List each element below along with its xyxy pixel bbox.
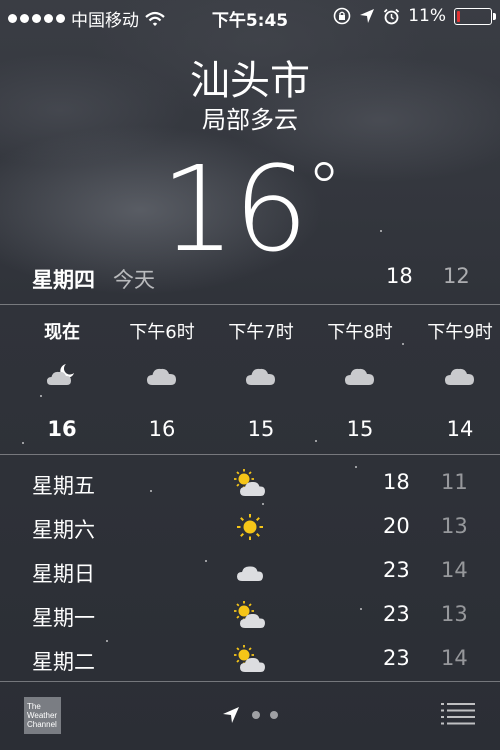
- alarm-icon: [384, 8, 400, 24]
- hour-temp: 16: [148, 417, 176, 441]
- temperature-value: 16: [160, 140, 308, 278]
- day-low: 13: [441, 514, 468, 538]
- hour-label: 下午6时: [129, 322, 195, 343]
- partly-sunny-icon: [234, 601, 265, 628]
- cloud-icon: [147, 368, 176, 385]
- day-high: 18: [383, 470, 410, 494]
- hour-label: 下午9时: [427, 322, 493, 343]
- hour-temp: 14: [446, 417, 474, 441]
- cloud-icon: [237, 566, 263, 581]
- orientation-lock-icon: [333, 7, 351, 25]
- day-name: 星期六: [32, 518, 95, 542]
- sun-icon: [237, 514, 263, 540]
- day-name: 星期一: [32, 606, 95, 630]
- hour-label: 下午7时: [228, 322, 294, 343]
- hour-label: 现在: [44, 322, 80, 343]
- today-summary: 星期四 今天 18 12: [0, 262, 500, 294]
- moon-cloud-icon: [47, 364, 74, 385]
- day-high: 20: [383, 514, 410, 538]
- battery-icon: [454, 7, 496, 25]
- today-label: 今天: [113, 268, 155, 292]
- status-bar: 中国移动 下午5:45 11%: [0, 0, 500, 32]
- page-dot-icon[interactable]: [252, 711, 260, 719]
- hour-temp: 15: [346, 417, 374, 441]
- day-low: 14: [441, 646, 468, 670]
- city-name: 汕头市: [190, 58, 310, 104]
- daily-row: 星期日 23 14: [0, 548, 500, 592]
- daily-row: 星期二 23 14: [0, 636, 500, 680]
- hour-temp: 16: [47, 417, 77, 441]
- list-menu-icon[interactable]: [441, 703, 475, 725]
- today-low: 12: [443, 264, 470, 288]
- partly-sunny-icon: [234, 469, 265, 496]
- day-name: 星期二: [32, 650, 95, 674]
- day-high: 23: [383, 646, 410, 670]
- day-low: 14: [441, 558, 468, 582]
- cloud-icon: [246, 368, 275, 385]
- cloud-icon: [345, 368, 374, 385]
- bottom-toolbar: The Weather Channel: [0, 682, 500, 750]
- cloud-icon: [445, 368, 474, 385]
- degree-symbol: °: [306, 148, 342, 230]
- today-day-name: 星期四: [32, 268, 95, 292]
- hourly-forecast[interactable]: 现在 16 下午6时 16 下午7时 15 下午8时 15 下午9时 14: [0, 305, 500, 453]
- day-low: 11: [441, 470, 468, 494]
- location-arrow-icon[interactable]: [222, 706, 240, 724]
- logo-text: The Weather Channel: [27, 702, 58, 729]
- day-name: 星期日: [32, 562, 95, 586]
- daily-row: 星期一 23 13: [0, 592, 500, 636]
- battery-level: [457, 10, 460, 22]
- today-high: 18: [386, 264, 413, 288]
- divider-middle: [0, 454, 500, 455]
- current-temperature: 16°: [0, 140, 500, 278]
- daily-row: 星期六 20 13: [0, 504, 500, 548]
- weather-channel-logo[interactable]: The Weather Channel: [24, 697, 61, 734]
- hour-temp: 15: [247, 417, 275, 441]
- location-arrow-icon: [360, 9, 375, 23]
- day-high: 23: [383, 602, 410, 626]
- current-condition: 局部多云: [202, 106, 298, 134]
- status-right: 11%: [333, 6, 496, 26]
- day-low: 13: [441, 602, 468, 626]
- partly-sunny-icon: [234, 645, 265, 672]
- daily-row: 星期五 18 11: [0, 460, 500, 504]
- battery-percent: 11%: [408, 6, 446, 26]
- day-high: 23: [383, 558, 410, 582]
- page-dot-icon[interactable]: [270, 711, 278, 719]
- day-name: 星期五: [32, 474, 95, 498]
- hour-label: 下午8时: [327, 322, 393, 343]
